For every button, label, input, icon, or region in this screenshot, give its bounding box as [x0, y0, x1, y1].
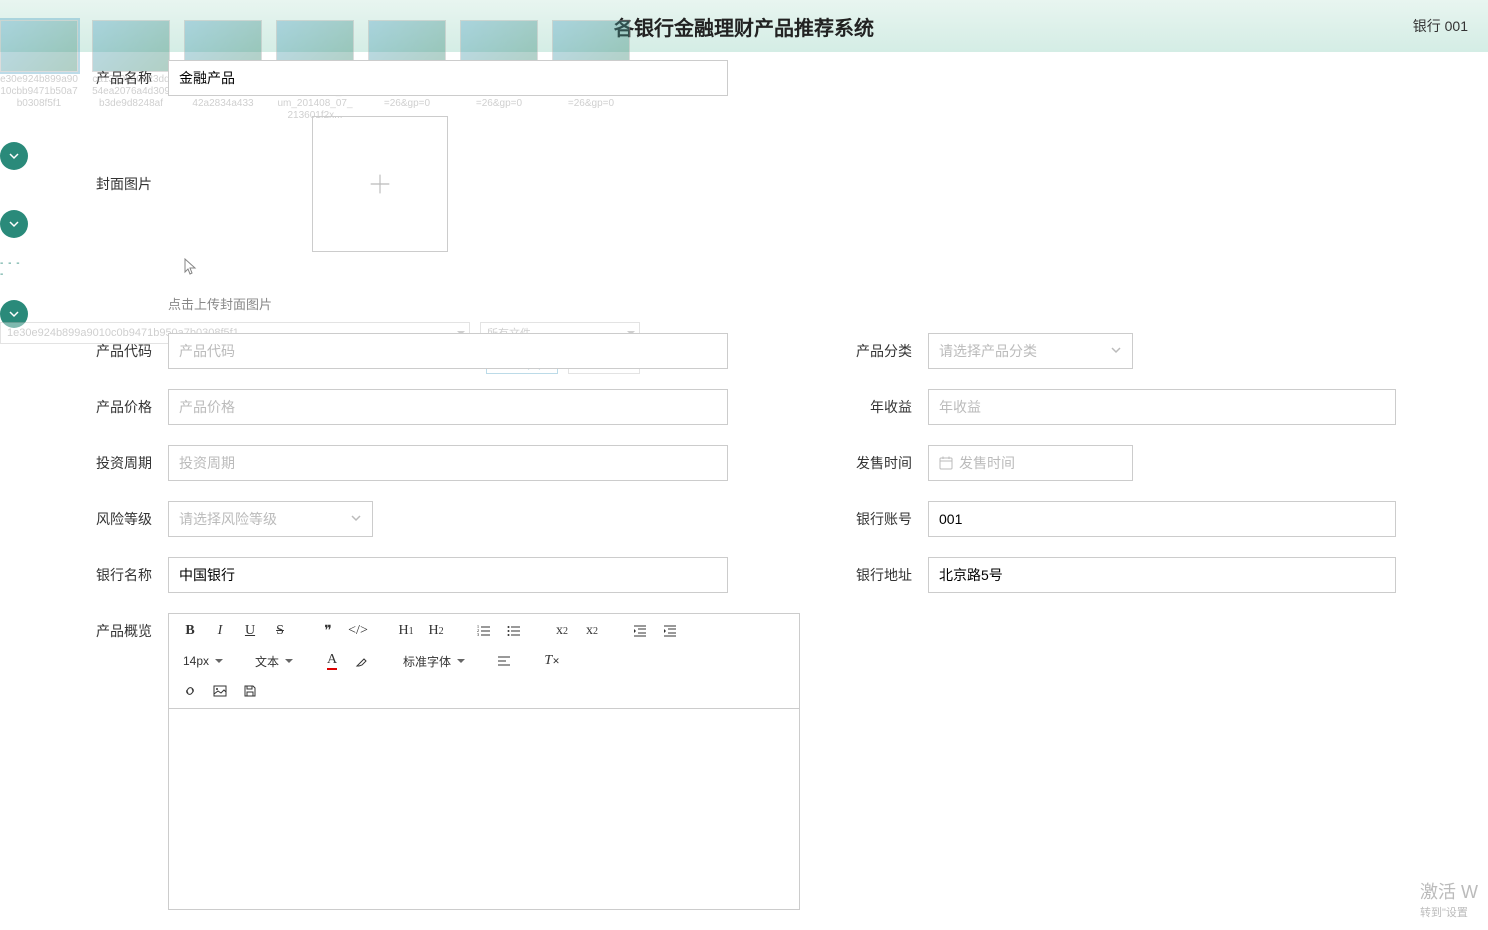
- clear-format-button[interactable]: T✕: [541, 650, 563, 672]
- product-name-input[interactable]: [168, 60, 728, 96]
- svg-text:3: 3: [477, 632, 479, 637]
- product-code-input[interactable]: [168, 333, 728, 369]
- editor-body[interactable]: [169, 709, 799, 909]
- invest-cycle-label: 投资周期: [80, 453, 168, 473]
- font-family-select[interactable]: 标准字体: [399, 650, 467, 672]
- editor-toolbar: B I U S ❞ </> H1 H2 123: [169, 614, 799, 709]
- sidebar-toggle-2[interactable]: [0, 210, 28, 238]
- calendar-icon: [939, 456, 953, 470]
- chevron-down-icon: [1110, 343, 1122, 359]
- strike-button[interactable]: S: [269, 620, 291, 642]
- text-color-button[interactable]: A: [321, 650, 343, 672]
- indent-decrease-button[interactable]: [629, 620, 651, 642]
- font-size-select[interactable]: 14px: [179, 650, 225, 672]
- h2-button[interactable]: H2: [425, 620, 447, 642]
- ordered-list-button[interactable]: 123: [473, 620, 495, 642]
- subscript-button[interactable]: x2: [551, 620, 573, 642]
- bold-button[interactable]: B: [179, 620, 201, 642]
- h1-button[interactable]: H1: [395, 620, 417, 642]
- sale-time-picker[interactable]: 发售时间: [928, 445, 1133, 481]
- cursor-icon: [184, 258, 198, 276]
- bank-name-input[interactable]: [168, 557, 728, 593]
- quote-button[interactable]: ❞: [317, 620, 339, 642]
- underline-button[interactable]: U: [239, 620, 261, 642]
- unordered-list-button[interactable]: [503, 620, 525, 642]
- bank-name-label: 银行名称: [80, 565, 168, 585]
- product-price-label: 产品价格: [80, 397, 168, 417]
- save-button[interactable]: [239, 680, 261, 702]
- risk-level-select[interactable]: 请选择风险等级: [168, 501, 373, 537]
- italic-button[interactable]: I: [209, 620, 231, 642]
- image-button[interactable]: [209, 680, 231, 702]
- bank-account-label: 银行账号: [840, 509, 928, 529]
- chevron-down-icon: [350, 511, 362, 527]
- sale-time-label: 发售时间: [840, 453, 928, 473]
- highlight-button[interactable]: [351, 650, 373, 672]
- app-header: 各银行金融理财产品推荐系统 银行 001: [0, 0, 1488, 52]
- main-form: 产品名称 封面图片 点击上传封面图片 产品代码 产品分类: [80, 52, 1488, 930]
- risk-level-label: 风险等级: [80, 509, 168, 529]
- cover-upload-box[interactable]: [312, 116, 448, 252]
- invest-cycle-input[interactable]: [168, 445, 728, 481]
- cover-upload-hint: 点击上传封面图片: [168, 294, 448, 313]
- bank-account-input[interactable]: [928, 501, 1396, 537]
- cover-image-label: 封面图片: [80, 116, 168, 194]
- windows-activation-watermark: 激活 W 转到"设置: [1420, 878, 1478, 920]
- sidebar: - - - -: [0, 52, 28, 930]
- superscript-button[interactable]: x2: [581, 620, 603, 642]
- annual-return-input[interactable]: [928, 389, 1396, 425]
- bank-address-label: 银行地址: [840, 565, 928, 585]
- code-block-button[interactable]: </>: [347, 620, 369, 642]
- link-button[interactable]: [179, 680, 201, 702]
- plus-icon: [366, 170, 394, 198]
- product-name-label: 产品名称: [80, 68, 168, 88]
- product-category-label: 产品分类: [840, 341, 928, 361]
- product-overview-label: 产品概览: [80, 613, 168, 641]
- bank-address-input[interactable]: [928, 557, 1396, 593]
- product-category-select[interactable]: 请选择产品分类: [928, 333, 1133, 369]
- sidebar-toggle-1[interactable]: [0, 142, 28, 170]
- text-type-select[interactable]: 文本: [251, 650, 295, 672]
- sidebar-divider: - - - -: [0, 258, 28, 280]
- current-user[interactable]: 银行 001: [1413, 16, 1468, 36]
- product-price-input[interactable]: [168, 389, 728, 425]
- rich-text-editor: B I U S ❞ </> H1 H2 123: [168, 613, 800, 910]
- annual-return-label: 年收益: [840, 397, 928, 417]
- align-button[interactable]: [493, 650, 515, 672]
- product-code-label: 产品代码: [80, 341, 168, 361]
- indent-increase-button[interactable]: [659, 620, 681, 642]
- app-title: 各银行金融理财产品推荐系统: [614, 12, 874, 41]
- sidebar-toggle-3[interactable]: [0, 300, 28, 328]
